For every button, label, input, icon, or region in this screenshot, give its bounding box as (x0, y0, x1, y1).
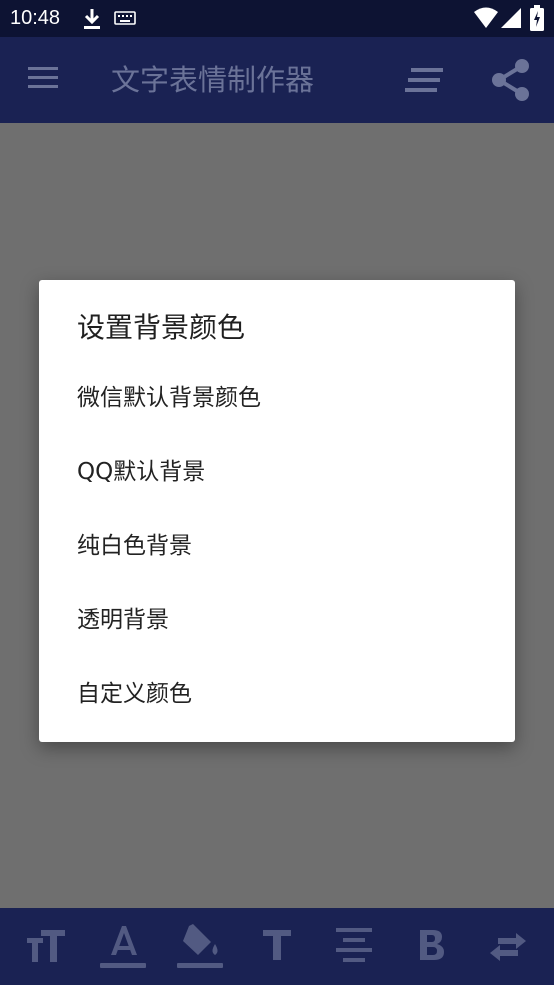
text-size-icon[interactable] (27, 930, 67, 966)
signal-icon (501, 7, 522, 33)
text-color-icon[interactable] (108, 924, 140, 960)
text-color-indicator (100, 963, 146, 968)
option-transparent[interactable]: 透明背景 (77, 592, 477, 648)
bold-icon[interactable] (420, 930, 444, 964)
app-title: 文字表情制作器 (111, 63, 315, 97)
keyboard-icon (114, 10, 136, 30)
share-icon[interactable] (491, 58, 531, 106)
status-bar: 10:48 (0, 0, 554, 37)
option-wechat-default[interactable]: 微信默认背景颜色 (77, 370, 477, 426)
bottom-toolbar (0, 908, 554, 985)
background-color-dialog: 设置背景颜色 微信默认背景颜色 QQ默认背景 纯白色背景 透明背景 自定义颜色 (39, 280, 515, 742)
app-bar: 文字表情制作器 (0, 37, 554, 123)
wifi-icon (474, 7, 498, 33)
align-center-icon[interactable] (336, 928, 372, 968)
option-pure-white[interactable]: 纯白色背景 (77, 518, 477, 574)
option-qq-default[interactable]: QQ默认背景 (77, 444, 477, 500)
dialog-title: 设置背景颜色 (77, 311, 246, 344)
swap-icon[interactable] (490, 933, 526, 965)
fill-color-indicator (177, 963, 223, 968)
status-time: 10:48 (10, 7, 61, 29)
font-icon[interactable] (263, 930, 291, 964)
align-icon[interactable] (405, 68, 445, 96)
option-custom-color[interactable]: 自定义颜色 (77, 666, 477, 722)
download-icon (82, 7, 102, 35)
menu-icon[interactable] (28, 67, 58, 93)
fill-color-icon[interactable] (181, 924, 221, 962)
battery-icon (530, 5, 544, 35)
